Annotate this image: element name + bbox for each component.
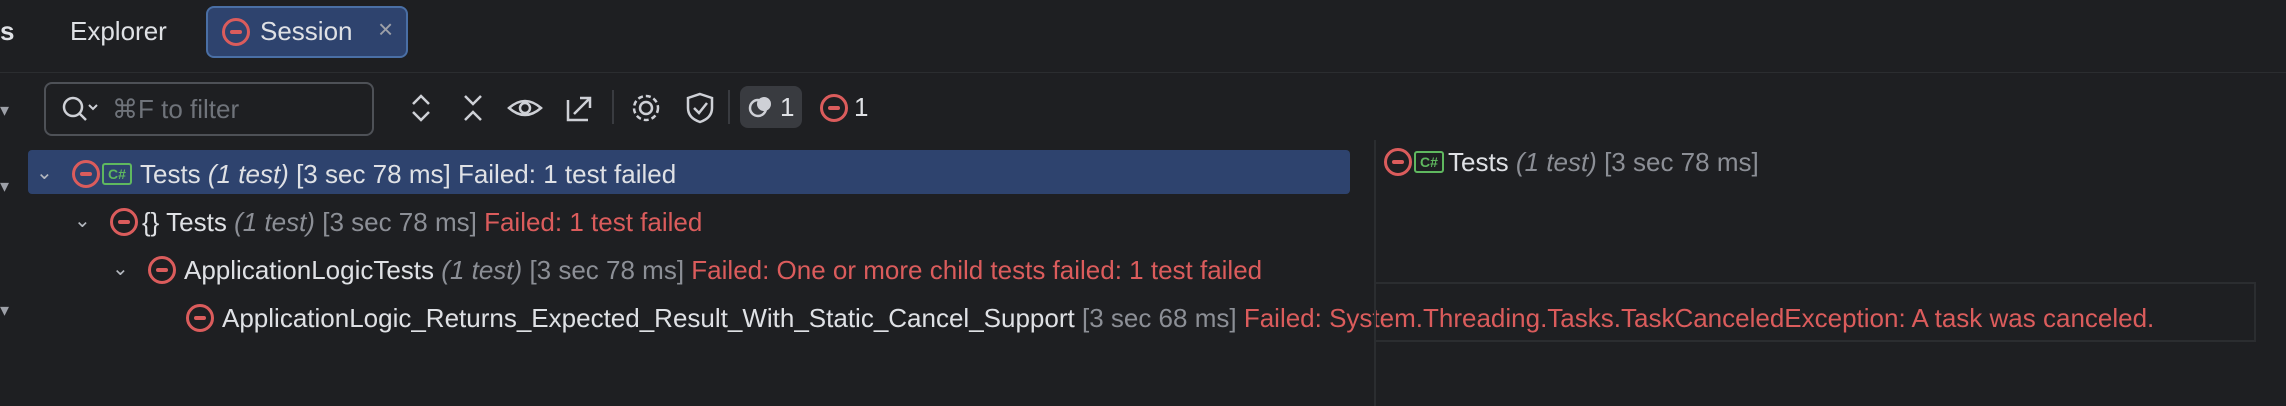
details-box bbox=[1376, 282, 2256, 342]
failed-icon bbox=[222, 18, 250, 46]
test-count: (1 test) bbox=[234, 207, 315, 237]
eye-icon[interactable] bbox=[506, 92, 544, 124]
failed-icon bbox=[72, 160, 100, 188]
toolbar-separator bbox=[728, 90, 730, 124]
test-time: [3 sec 68 ms] bbox=[1081, 303, 1237, 333]
gear-icon[interactable] bbox=[628, 90, 664, 126]
failed-icon bbox=[186, 304, 214, 332]
failed-icon bbox=[148, 256, 176, 284]
details-name: Tests bbox=[1448, 147, 1509, 177]
pane-divider[interactable] bbox=[1374, 140, 1376, 406]
gutter-chevron-icon[interactable]: ▾ bbox=[0, 100, 9, 121]
export-icon[interactable] bbox=[562, 90, 596, 126]
gutter-chevron-icon[interactable]: ▾ bbox=[0, 300, 9, 321]
tab-session-label: Session bbox=[260, 16, 353, 46]
details-count: (1 test) bbox=[1515, 147, 1597, 177]
csharp-icon: C# bbox=[1414, 151, 1444, 173]
namespace-icon: {} bbox=[142, 207, 160, 237]
test-status: Failed: One or more child tests failed: … bbox=[691, 255, 1263, 285]
chevron-down-icon[interactable]: ⌄ bbox=[74, 208, 91, 233]
failed-icon[interactable] bbox=[820, 94, 848, 122]
gutter-chevron-icon[interactable]: ▾ bbox=[0, 176, 9, 197]
test-count: (1 test) bbox=[207, 159, 289, 189]
details-time: [3 sec 78 ms] bbox=[1604, 147, 1759, 177]
running-icon bbox=[748, 97, 771, 118]
test-time: [3 sec 78 ms] bbox=[322, 207, 477, 237]
test-name: Tests bbox=[166, 207, 227, 237]
tree-row[interactable]: {} Tests (1 test) [3 sec 78 ms] Failed: … bbox=[142, 207, 702, 238]
csharp-icon: C# bbox=[102, 163, 132, 185]
test-name: ApplicationLogic_Returns_Expected_Result… bbox=[222, 303, 1075, 333]
shield-icon[interactable] bbox=[682, 90, 718, 126]
test-time: [3 sec 78 ms] bbox=[529, 255, 685, 285]
details-header: Tests (1 test) [3 sec 78 ms] bbox=[1448, 147, 1759, 178]
test-time: [3 sec 78 ms] bbox=[296, 159, 451, 189]
expand-all-icon[interactable] bbox=[404, 90, 438, 126]
test-name: Tests bbox=[140, 159, 201, 189]
tab-explorer[interactable]: Explorer bbox=[70, 16, 167, 47]
test-name: ApplicationLogicTests bbox=[184, 255, 435, 285]
tree-row[interactable]: Tests (1 test) [3 sec 78 ms] Failed: 1 t… bbox=[140, 159, 676, 190]
chevron-down-icon[interactable]: ⌄ bbox=[112, 256, 129, 281]
chevron-down-icon[interactable]: ⌄ bbox=[36, 160, 53, 185]
test-status: Failed: 1 test failed bbox=[484, 207, 703, 237]
failed-icon bbox=[110, 208, 138, 236]
search-icon bbox=[62, 96, 98, 121]
failed-icon bbox=[1384, 148, 1412, 176]
tab-partial[interactable]: s bbox=[0, 16, 14, 47]
close-icon[interactable]: × bbox=[378, 14, 393, 45]
failed-count: 1 bbox=[854, 92, 869, 122]
tree-row[interactable]: ApplicationLogicTests (1 test) [3 sec 78… bbox=[184, 255, 1262, 286]
test-count: (1 test) bbox=[441, 255, 523, 285]
test-status: Failed: 1 test failed bbox=[457, 159, 677, 189]
running-count: 1 bbox=[780, 92, 795, 122]
filter-placeholder: ⌘F to filter bbox=[112, 94, 240, 124]
collapse-all-icon[interactable] bbox=[456, 90, 490, 126]
toolbar-separator bbox=[612, 90, 614, 124]
